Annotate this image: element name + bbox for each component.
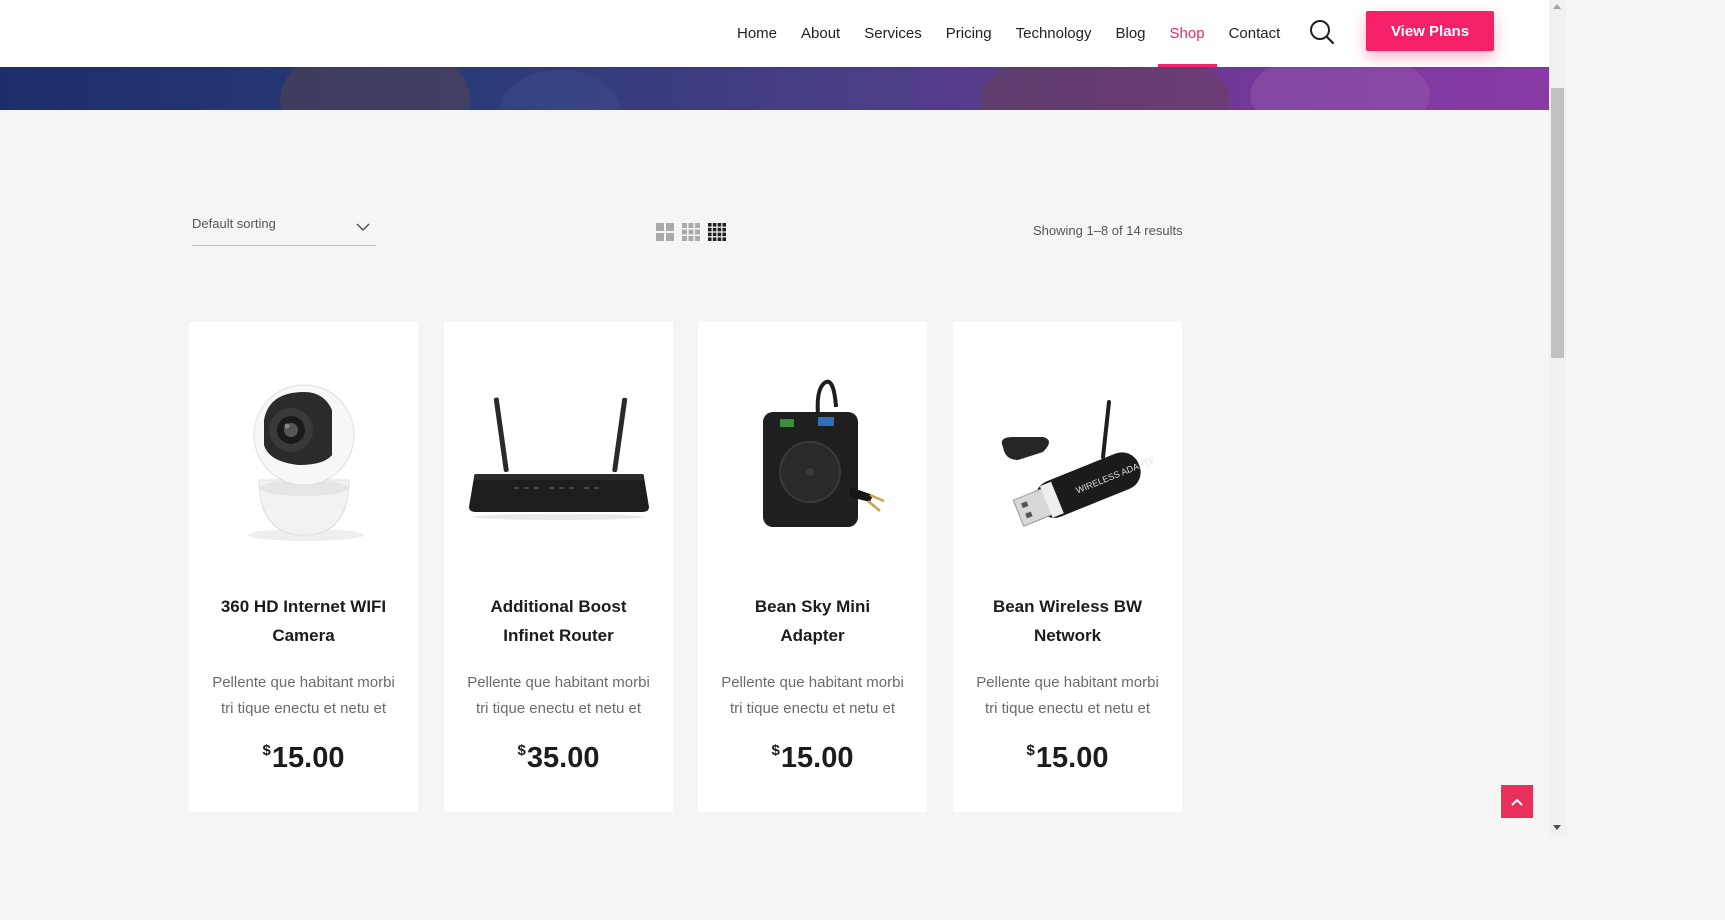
- sorting-value: Default sorting: [192, 216, 276, 231]
- chevron-up-icon: [1511, 798, 1523, 806]
- product-image[interactable]: [444, 352, 673, 562]
- product-title[interactable]: Additional Boost Infinet Router: [454, 592, 663, 650]
- sorting-select[interactable]: Default sorting: [192, 210, 376, 246]
- usb-adapter-icon: WIRELESS ADAPTER: [1001, 400, 1153, 527]
- grid-4-view-icon[interactable]: [708, 223, 726, 241]
- product-image[interactable]: WIRELESS ADAPTER: [953, 352, 1182, 562]
- scroll-up-icon[interactable]: [1553, 4, 1561, 9]
- nav-item-pricing[interactable]: Pricing: [934, 0, 1004, 67]
- nav-item-blog[interactable]: Blog: [1104, 0, 1158, 67]
- chevron-down-icon: [356, 223, 370, 232]
- product-price: $15.00: [262, 742, 345, 774]
- hero-photo-shape: [500, 70, 620, 110]
- view-toggles: [656, 223, 726, 241]
- product-price: $35.00: [517, 742, 600, 774]
- main-nav: Home About Services Pricing Technology B…: [725, 0, 1292, 67]
- back-to-top-button[interactable]: [1501, 785, 1533, 818]
- product-image[interactable]: [698, 352, 927, 562]
- site-header: Home About Services Pricing Technology B…: [0, 0, 1549, 67]
- grid-2-view-icon[interactable]: [656, 223, 674, 241]
- product-card[interactable]: WIRELESS ADAPTER Bean Wireless BW Networ…: [953, 322, 1182, 812]
- product-card[interactable]: Bean Sky Mini Adapter Pellente que habit…: [698, 322, 927, 812]
- nav-item-shop[interactable]: Shop: [1157, 0, 1217, 67]
- page-scrollbar[interactable]: [1549, 0, 1566, 836]
- view-plans-button[interactable]: View Plans: [1366, 11, 1494, 51]
- product-card[interactable]: 360 HD Internet WIFI Camera Pellente que…: [189, 322, 418, 812]
- camera-icon: [247, 384, 364, 541]
- product-title[interactable]: 360 HD Internet WIFI Camera: [199, 592, 408, 650]
- scroll-down-icon[interactable]: [1553, 825, 1561, 830]
- product-title[interactable]: Bean Wireless BW Network: [963, 592, 1172, 650]
- product-description: Pellente que habitant morbi tri tique en…: [467, 674, 650, 717]
- nav-item-services[interactable]: Services: [852, 0, 934, 67]
- product-description: Pellente que habitant morbi tri tique en…: [212, 674, 395, 717]
- product-price: $15.00: [771, 742, 854, 774]
- nav-item-technology[interactable]: Technology: [1004, 0, 1104, 67]
- nav-item-home[interactable]: Home: [725, 0, 789, 67]
- product-card[interactable]: Additional Boost Infinet Router Pellente…: [444, 322, 673, 812]
- nav-item-contact[interactable]: Contact: [1217, 0, 1293, 67]
- search-icon[interactable]: [1308, 18, 1336, 46]
- product-image[interactable]: [189, 352, 418, 562]
- product-price: $15.00: [1026, 742, 1109, 774]
- results-count: Showing 1–8 of 14 results: [1033, 223, 1183, 238]
- mini-adapter-icon: [762, 379, 884, 527]
- product-title[interactable]: Bean Sky Mini Adapter: [708, 592, 917, 650]
- scrollbar-thumb[interactable]: [1551, 88, 1564, 358]
- product-description: Pellente que habitant morbi tri tique en…: [721, 674, 904, 717]
- product-description: Pellente que habitant morbi tri tique en…: [976, 674, 1159, 717]
- router-icon: [468, 397, 649, 520]
- grid-3-view-icon[interactable]: [682, 223, 700, 241]
- nav-item-about[interactable]: About: [789, 0, 852, 67]
